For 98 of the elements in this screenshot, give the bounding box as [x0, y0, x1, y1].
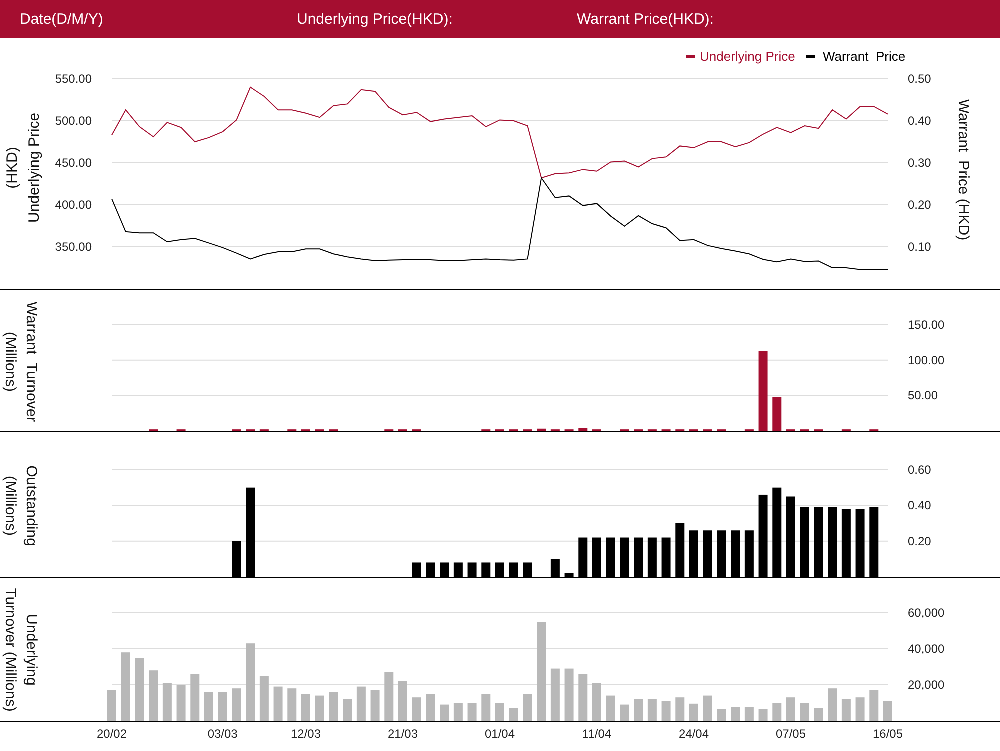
- bar: [315, 696, 324, 721]
- bar: [537, 428, 546, 431]
- bar: [149, 670, 158, 721]
- bar: [260, 676, 269, 721]
- bar: [786, 698, 796, 721]
- axis-label: 0.50: [908, 72, 932, 86]
- axis-label: 150.00: [908, 318, 945, 332]
- bar: [814, 708, 824, 721]
- axis-label: 450.00: [55, 156, 92, 170]
- bar: [329, 692, 338, 721]
- legend-swatch: [686, 55, 695, 58]
- axis-label: 21/03: [388, 727, 418, 741]
- bar: [370, 690, 380, 721]
- legend-label: Warrant Price: [823, 49, 906, 64]
- axis-label: 0.20: [908, 198, 932, 212]
- axis-label: 03/03: [208, 727, 238, 741]
- bar: [676, 698, 685, 721]
- bar: [454, 703, 463, 721]
- bar: [121, 652, 130, 721]
- bar: [856, 698, 865, 721]
- axis-label: 40,000: [908, 642, 945, 656]
- axis-label: 100.00: [908, 353, 945, 368]
- bar: [288, 688, 297, 721]
- bar: [703, 696, 712, 721]
- bar: [772, 397, 782, 431]
- axis-label: 07/05: [776, 727, 806, 741]
- bar: [578, 674, 588, 721]
- bar: [204, 692, 214, 721]
- bar: [758, 709, 768, 721]
- bar: [662, 701, 671, 721]
- bar: [550, 668, 560, 721]
- bar: [135, 658, 144, 721]
- bar: [731, 708, 740, 721]
- bar: [634, 699, 644, 721]
- axis-label: 400.00: [55, 198, 92, 212]
- axis-label: 01/04: [484, 727, 516, 741]
- axis-label: 16/05: [872, 727, 904, 741]
- bar: [884, 701, 892, 721]
- axis-title: Underlying Price (HKD): [4, 112, 43, 224]
- bar: [620, 704, 630, 721]
- bar: [828, 688, 838, 721]
- bar: [578, 428, 588, 431]
- header-label: Warrant Price(HKD):: [577, 10, 714, 28]
- axis-title: Underlying Turnover (Millions): [2, 588, 40, 712]
- axis-label: 0.40: [908, 114, 932, 128]
- bar: [412, 698, 422, 721]
- axis-label: 0.40: [908, 498, 932, 513]
- axis-label: 24/04: [678, 727, 710, 741]
- bar: [343, 699, 352, 721]
- bar: [274, 686, 283, 721]
- axis-label: 50.00: [908, 388, 938, 403]
- bar: [648, 699, 657, 721]
- bar: [384, 672, 394, 721]
- bar: [108, 690, 116, 721]
- bar: [870, 690, 879, 721]
- axis-label: 0.30: [908, 156, 932, 170]
- bar: [800, 703, 810, 721]
- bar: [302, 694, 310, 721]
- bar: [717, 709, 726, 721]
- bar: [440, 704, 450, 721]
- bar: [744, 708, 754, 721]
- bar: [523, 694, 532, 721]
- legend-label: Underlying Price: [700, 49, 796, 64]
- bar: [356, 686, 366, 721]
- bar: [509, 708, 518, 721]
- axis-label: 0.60: [908, 463, 932, 477]
- axis-label: 0.20: [908, 534, 932, 548]
- bar: [496, 703, 504, 721]
- axis-label: 20/02: [96, 727, 128, 741]
- legend-swatch: [806, 55, 815, 58]
- axis-label: 20,000: [908, 678, 945, 692]
- bar: [772, 703, 782, 721]
- axis-label: 11/04: [582, 727, 612, 741]
- axis-title: Warrant Price (HKD): [955, 99, 972, 241]
- axis-label: 550.00: [55, 72, 92, 86]
- axis-label: 60,000: [908, 606, 945, 620]
- bar: [232, 688, 242, 721]
- bar: [426, 694, 436, 721]
- axis-label: 350.00: [55, 240, 92, 254]
- axis-title: Warrant Turnover (Millions): [2, 302, 40, 422]
- bar: [842, 699, 851, 721]
- bar: [162, 683, 172, 721]
- bar: [218, 692, 228, 721]
- header-label: Underlying Price(HKD):: [297, 10, 454, 28]
- bar: [606, 696, 616, 721]
- axis-label: 500.00: [55, 114, 92, 128]
- bar: [564, 668, 574, 721]
- axis-title: Outstanding (Millions): [2, 466, 40, 546]
- bar: [482, 694, 491, 721]
- bar: [176, 685, 186, 721]
- axis-label: 0.10: [908, 240, 932, 254]
- axis-label: 12/03: [290, 727, 322, 741]
- bar: [398, 681, 408, 721]
- bar: [592, 683, 602, 721]
- bar: [468, 703, 477, 721]
- bar: [190, 674, 200, 721]
- bar: [690, 704, 698, 721]
- header-label: Date(D/M/Y): [20, 10, 104, 28]
